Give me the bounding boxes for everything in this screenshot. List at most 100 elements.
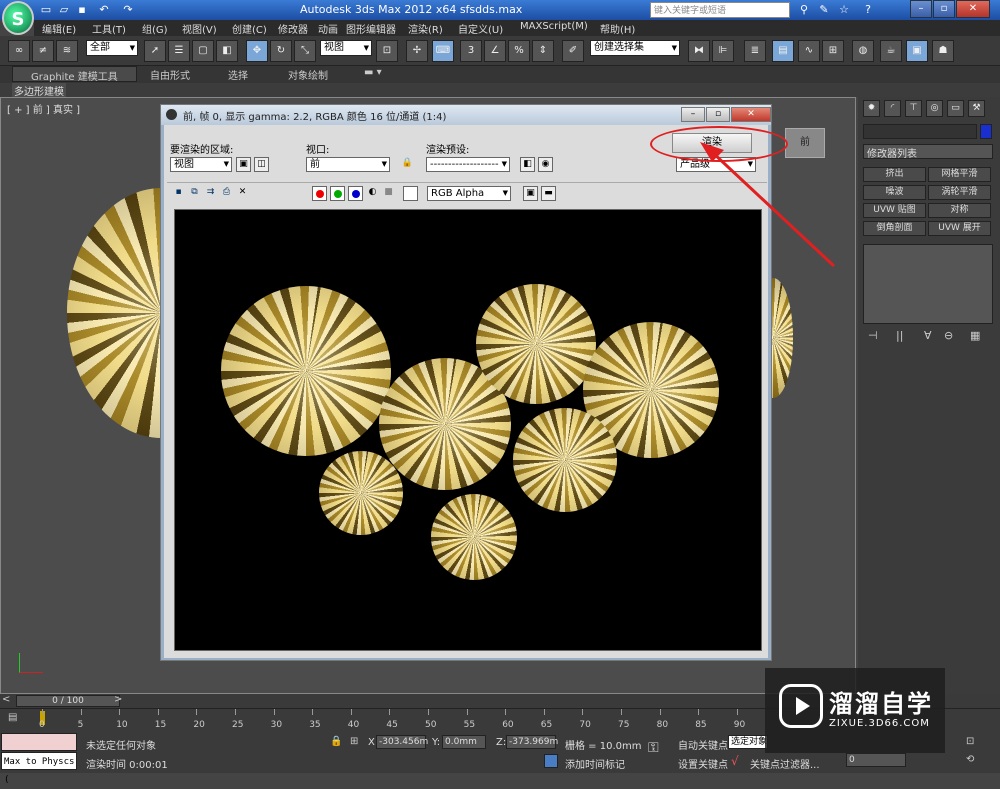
- time-tag-icon[interactable]: [544, 754, 558, 768]
- link-icon[interactable]: ∞: [8, 40, 30, 62]
- time-slider-handle[interactable]: 0 / 100: [16, 695, 120, 707]
- orbit-icon[interactable]: ⟲: [966, 754, 974, 765]
- viewport-select[interactable]: 前: [306, 157, 390, 172]
- menu-rendering[interactable]: 渲染(R): [408, 21, 443, 36]
- new-file-icon[interactable]: ▭: [38, 2, 54, 18]
- clone-window-icon[interactable]: ⇉: [203, 186, 218, 201]
- undo-icon[interactable]: ↶: [96, 2, 112, 18]
- modifier-list-select[interactable]: 修改器列表: [863, 144, 993, 160]
- tab-graphite[interactable]: Graphite 建模工具: [12, 66, 137, 83]
- set-key-button[interactable]: 设置关键点: [678, 756, 728, 771]
- area-to-render-select[interactable]: 视图: [170, 157, 232, 172]
- key-filters-button[interactable]: 关键点过滤器...: [750, 756, 820, 771]
- binoculars-icon[interactable]: ⚲: [796, 2, 812, 18]
- save-image-icon[interactable]: ▪: [171, 186, 186, 201]
- menu-group[interactable]: 组(G): [142, 21, 168, 36]
- tab-freeform[interactable]: 自由形式: [150, 67, 190, 82]
- save-file-icon[interactable]: ▪: [74, 2, 90, 18]
- zoom-extents-icon[interactable]: ⊡: [966, 736, 974, 747]
- remove-modifier-icon[interactable]: ⊖: [944, 329, 953, 342]
- pivot-icon[interactable]: ⊡: [376, 40, 398, 62]
- pin-stack-icon[interactable]: ⊣: [868, 329, 878, 342]
- align-icon[interactable]: ⊫: [712, 40, 734, 62]
- menu-modifiers[interactable]: 修改器: [278, 21, 308, 36]
- viewcube-icon[interactable]: 前: [785, 128, 825, 158]
- window-crossing-icon[interactable]: ◧: [216, 40, 238, 62]
- object-color-swatch[interactable]: [980, 124, 992, 139]
- copy-image-icon[interactable]: ⧉: [187, 186, 202, 201]
- menu-edit[interactable]: 编辑(E): [42, 21, 76, 36]
- object-name-field[interactable]: [863, 124, 977, 139]
- swatch-white[interactable]: [403, 186, 418, 201]
- red-channel-toggle[interactable]: [312, 186, 327, 201]
- redo-icon[interactable]: ↷: [120, 2, 136, 18]
- menu-help[interactable]: 帮助(H): [600, 21, 635, 36]
- named-selection-select[interactable]: 创建选择集: [590, 40, 680, 56]
- menu-customize[interactable]: 自定义(U): [458, 21, 503, 36]
- menu-views[interactable]: 视图(V): [182, 21, 217, 36]
- bind-spacewarp-icon[interactable]: ≋: [56, 40, 78, 62]
- bevel-profile-button[interactable]: 倒角剖面: [863, 221, 926, 236]
- minimize-button[interactable]: –: [910, 0, 932, 18]
- toggle-ui-overlay-icon[interactable]: ▣: [523, 186, 538, 201]
- environment-effects-icon[interactable]: ◉: [538, 157, 553, 172]
- unlink-icon[interactable]: ≠: [32, 40, 54, 62]
- render-production-icon[interactable]: ☗: [932, 40, 954, 62]
- absolute-mode-icon[interactable]: ⊞: [350, 736, 358, 747]
- z-coord-field[interactable]: -373.969m: [506, 735, 558, 749]
- spinner-snap-icon[interactable]: ⇕: [532, 40, 554, 62]
- menu-maxscript[interactable]: MAXScript(M): [520, 21, 588, 32]
- keyboard-shortcut-icon[interactable]: ⌨: [432, 40, 454, 62]
- channel-display-select[interactable]: RGB Alpha: [427, 186, 511, 201]
- edit-named-sel-icon[interactable]: ✐: [562, 40, 584, 62]
- modifier-stack[interactable]: [863, 244, 993, 324]
- print-icon[interactable]: ⎙: [219, 186, 234, 201]
- rw-minimize-button[interactable]: –: [681, 107, 705, 122]
- display-tab-icon[interactable]: ▭: [947, 100, 964, 117]
- rotate-icon[interactable]: ↻: [270, 40, 292, 62]
- make-unique-icon[interactable]: ∀: [924, 329, 932, 342]
- rect-selection-icon[interactable]: ▢: [192, 40, 214, 62]
- snap-3-icon[interactable]: 3: [460, 40, 482, 62]
- extrude-button[interactable]: 挤出: [863, 167, 926, 182]
- curve-editor-icon[interactable]: ∿: [798, 40, 820, 62]
- manipulate-icon[interactable]: ✢: [406, 40, 428, 62]
- monochrome-icon[interactable]: ■: [381, 186, 396, 201]
- maximize-button[interactable]: ▫: [933, 0, 955, 18]
- utilities-tab-icon[interactable]: ⚒: [968, 100, 985, 117]
- angle-snap-icon[interactable]: ∠: [484, 40, 506, 62]
- app-logo-icon[interactable]: S: [2, 1, 34, 35]
- tab-object-paint[interactable]: 对象绘制: [288, 67, 328, 82]
- meshsmooth-button[interactable]: 网格平滑: [928, 167, 991, 182]
- tools-icon[interactable]: ✎: [816, 2, 832, 18]
- x-coord-field[interactable]: -303.456m: [376, 735, 428, 749]
- polygon-modeling-label[interactable]: 多边形建模: [12, 83, 66, 98]
- select-object-icon[interactable]: ➚: [144, 40, 166, 62]
- motion-tab-icon[interactable]: ◎: [926, 100, 943, 117]
- turbosmooth-button[interactable]: 涡轮平滑: [928, 185, 991, 200]
- schematic-view-icon[interactable]: ⊞: [822, 40, 844, 62]
- scale-icon[interactable]: ⤡: [294, 40, 316, 62]
- maxscript-listener-input[interactable]: [1, 733, 77, 751]
- layer-manager-icon[interactable]: ≣: [744, 40, 766, 62]
- y-coord-field[interactable]: 0.0mm: [442, 735, 486, 749]
- ribbon-toggle-icon[interactable]: ▤: [772, 40, 794, 62]
- current-frame-field[interactable]: 0: [846, 753, 906, 767]
- add-time-tag[interactable]: 添加时间标记: [565, 756, 625, 771]
- set-key-icon[interactable]: √: [731, 754, 739, 768]
- configure-sets-icon[interactable]: ▦: [970, 329, 980, 342]
- material-editor-icon[interactable]: ◍: [852, 40, 874, 62]
- menu-tools[interactable]: 工具(T): [92, 21, 126, 36]
- mirror-icon[interactable]: ⧓: [688, 40, 710, 62]
- render-preset-select[interactable]: -------------------: [426, 157, 510, 172]
- close-button[interactable]: ✕: [956, 0, 990, 18]
- open-file-icon[interactable]: ▱: [56, 2, 72, 18]
- star-icon[interactable]: ☆: [836, 2, 852, 18]
- help-icon[interactable]: ?: [860, 2, 876, 18]
- symmetry-button[interactable]: 对称: [928, 203, 991, 218]
- mini-curve-editor-icon[interactable]: ▤: [8, 712, 26, 726]
- hierarchy-tab-icon[interactable]: ⊤: [905, 100, 922, 117]
- render-setup-small-icon[interactable]: ◧: [520, 157, 535, 172]
- blue-channel-toggle[interactable]: [348, 186, 363, 201]
- rendered-frame-icon[interactable]: ▣: [906, 40, 928, 62]
